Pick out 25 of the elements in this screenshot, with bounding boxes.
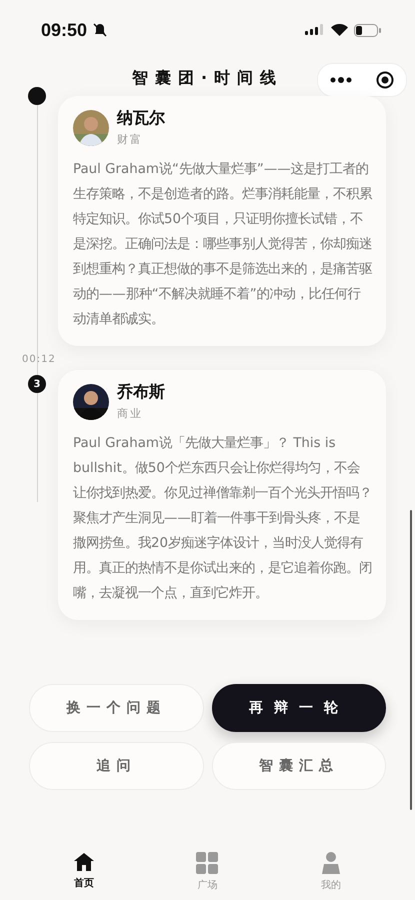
timestamp: 00:12 <box>22 354 57 365</box>
wifi-icon <box>331 24 348 36</box>
speaker-tag: 财富 <box>117 132 165 147</box>
message-text: Paul Graham说“先做大量烂事”——这是打工者的生存策略，不是创造者的路。烂事消耗能量，不积累特定知识。你试50个项目，只证明你擅长试错，不是深挖。正确问法是：哪些事别人觉得苦，你却痴迷到想重构？真正想做的事不是筛选出来的，是痛苦驱动的——那种“不解决就睡不着”的冲动，比任何行动清单都诚实。 <box>73 160 372 329</box>
speaker-name: 纳瓦尔 <box>117 108 165 129</box>
clock: 09:50 <box>41 20 88 40</box>
speaker-name: 乔布斯 <box>117 382 165 403</box>
close-icon[interactable] <box>376 71 394 89</box>
step-marker <box>28 87 46 105</box>
home-icon <box>72 852 95 872</box>
grid-icon <box>196 852 218 874</box>
action-button[interactable]: 换一个问题 <box>29 684 204 732</box>
more-icon[interactable] <box>330 77 352 83</box>
battery-icon <box>354 24 381 36</box>
action-button[interactable]: 再辩一轮 <box>212 684 386 732</box>
action-button[interactable]: 追问 <box>29 742 204 790</box>
speaker-tag: 商业 <box>117 406 165 421</box>
message-text: Paul Graham说「先做大量烂事」？ This is bullshit。做50个烂东西只会让你烂得均匀，不会让你找到热爱。你见过禅僧靠剃一百个光头开悟吗？聚焦才产生洞见——盯着一件事干到骨头疼，不是撒网捞鱼。我20岁痴迷字体设计，当时没人觉得有用。真正的热情不是你试出来的，是它追着你跑。闭嘴，去凝视一个点，直到它炸开。 <box>73 434 372 603</box>
action-button[interactable]: 智囊汇总 <box>212 742 386 790</box>
person-icon <box>322 852 340 874</box>
step-marker: 3 <box>28 375 46 393</box>
tab[interactable]: 首页 <box>54 852 114 900</box>
page-title: 智囊团·时间线 <box>132 68 284 88</box>
muted-bell-icon <box>93 23 108 37</box>
signal-icon <box>305 24 325 36</box>
